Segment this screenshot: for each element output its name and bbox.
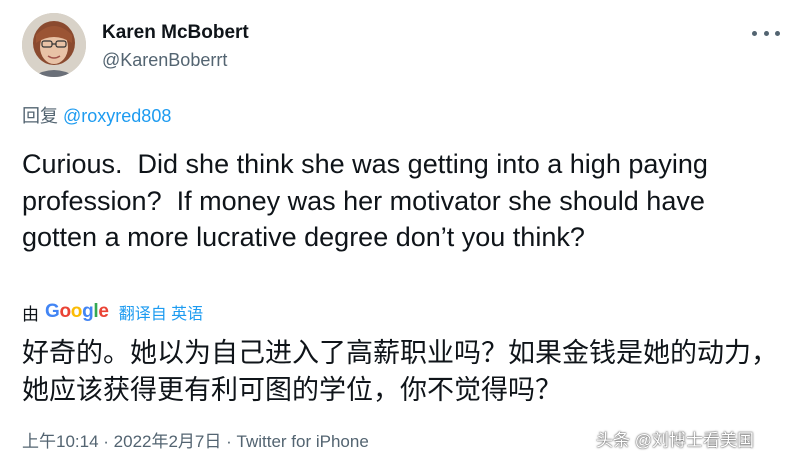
tweet-time[interactable]: 上午10:14 — [22, 432, 99, 451]
reply-context: 回复 @roxyred808 — [22, 105, 171, 127]
translation-attribution: 由 Google 翻译自 英语 — [22, 299, 203, 325]
watermark: 头条 @刘博士看美国 — [596, 431, 754, 450]
more-dot — [775, 30, 780, 36]
profile-photo-icon — [22, 13, 86, 77]
more-dot — [752, 30, 757, 36]
tweet-date[interactable]: 2022年2月7日 — [114, 432, 222, 451]
tweet-metadata: 上午10:14 · 2022年2月7日 · Twitter for iPhone — [22, 431, 369, 453]
translated-by-label: 由 — [22, 304, 39, 324]
translated-tweet-text: 好奇的。她以为自己进入了高薪职业吗？如果金钱是她的动力，她应该获得更有利可图的学… — [22, 338, 778, 405]
avatar[interactable] — [22, 13, 86, 77]
reply-prefix: 回复 — [22, 106, 58, 126]
translated-from-link[interactable]: 翻译自 英语 — [119, 300, 203, 324]
more-dot — [763, 30, 769, 36]
author-handle[interactable]: @KarenBoberrt — [102, 49, 227, 71]
tweet-text: Curious. Did she think she was getting i… — [22, 149, 716, 252]
google-logo: Google — [45, 301, 109, 322]
author-display-name[interactable]: Karen McBobert — [102, 22, 249, 44]
meta-separator: · — [221, 432, 237, 451]
tweet-source-link[interactable]: Twitter for iPhone — [237, 432, 369, 451]
meta-separator: · — [98, 432, 114, 451]
more-options-icon[interactable] — [752, 26, 780, 40]
reply-to-handle-link[interactable]: @roxyred808 — [63, 106, 171, 126]
